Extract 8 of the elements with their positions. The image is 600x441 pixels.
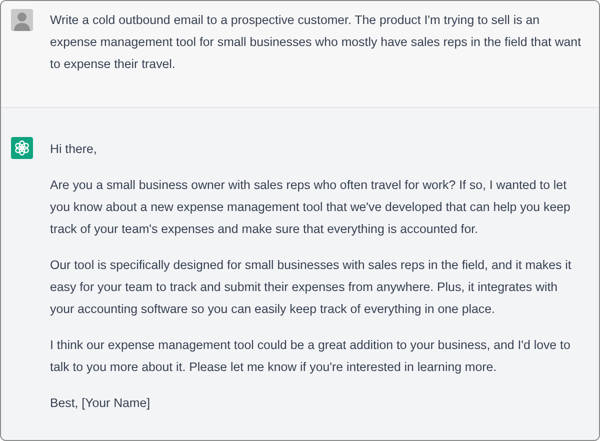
response-paragraph: I think our expense management tool could be a great addition to your business, and I'd love to talk to you more about it. Please let me know if you're interested in learning more. [50,337,572,376]
response-paragraph: Hi there, [50,141,98,158]
response-paragraph: Our tool is specifically designed for small businesses with sales reps in the field, and it makes it easy for your team to track and submit their expenses from anywhere. Plus, it integrates with your accounting software so you can easily keep track of everything in one place. [50,257,572,318]
user-avatar-icon [11,9,33,31]
assistant-logo-icon [11,137,33,159]
prompt-text: Write a cold outbound email to a prospective customer. The product I'm trying to sell is an expense management tool for small businesses who mostly have sales reps in the field that want to expense their travel. [50,12,581,73]
response-paragraph: Best, [Your Name] [50,395,152,412]
response-paragraph: Are you a small business owner with sales reps who often travel for work? If so, I wanted to let you know about a new expense management tool that we've developed that can help you keep track of your team's expenses and make sure that everything is accounted for. [50,177,572,238]
